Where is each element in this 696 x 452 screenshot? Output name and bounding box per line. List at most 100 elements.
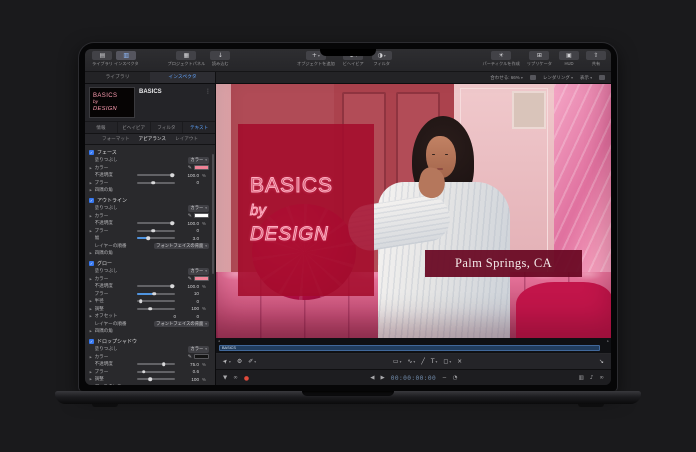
slider-thumb[interactable] [162, 362, 166, 366]
value-field[interactable]: 0 [155, 314, 176, 319]
marker-button[interactable]: ▼ [223, 375, 227, 381]
slider-thumb[interactable] [149, 377, 153, 381]
slider-thumb[interactable] [151, 181, 155, 185]
import-button[interactable]: ↓ 読み込む [210, 51, 230, 67]
mask-tool[interactable]: ◻▾ [443, 358, 451, 365]
color-well[interactable] [194, 354, 209, 359]
hud-button[interactable]: ▣ HUD [559, 51, 579, 66]
eyedropper-icon[interactable]: ✎ [188, 165, 192, 171]
render-popup[interactable]: レンダリング ▾ [543, 75, 573, 81]
link-button[interactable]: ∞ [599, 375, 604, 381]
stopwatch-icon[interactable]: ◔ [453, 375, 458, 381]
eyedropper-icon[interactable]: ✎ [188, 354, 192, 360]
inspector-button[interactable]: ▥ インスペクタ [114, 51, 139, 67]
section-checkbox[interactable]: ✓ [89, 198, 94, 203]
inspector-tab-0[interactable]: 情報 [85, 122, 118, 133]
tab-inspector[interactable]: インスペクタ [150, 72, 215, 83]
slider[interactable] [137, 174, 175, 176]
slider-thumb[interactable] [152, 292, 156, 296]
object-thumbnail[interactable]: BASICS by DESIGN [89, 87, 135, 118]
inspector-tab-3[interactable]: テキスト [183, 122, 215, 133]
slider[interactable] [137, 378, 175, 380]
value-field[interactable]: 0 [178, 314, 199, 319]
eyedropper-icon[interactable]: ✎ [188, 213, 192, 219]
value-field[interactable]: 100.0 [178, 173, 199, 178]
popup-control[interactable]: カラー▾ [188, 157, 209, 164]
canvas-viewport[interactable]: BASICS by DESIGN Palm Springs, CA [216, 84, 611, 338]
delete-tool[interactable]: × [457, 358, 462, 365]
display-popup[interactable]: 表示 ▾ [580, 75, 592, 81]
select-tool[interactable]: ➤▾ [223, 358, 231, 365]
tab-library[interactable]: ライブラリ [85, 72, 150, 83]
slider[interactable] [137, 363, 175, 365]
popup-control[interactable]: カラー▾ [188, 346, 209, 353]
color-well[interactable] [194, 165, 209, 170]
share-button[interactable]: ⇧ 共有 [586, 51, 606, 67]
value-field[interactable]: 75.0 [178, 362, 199, 367]
slider[interactable] [137, 222, 175, 224]
mini-timeline[interactable]: ◂ ▸ BASICS [216, 338, 611, 354]
slider[interactable] [137, 182, 175, 184]
timecode-display[interactable]: 00:00:00:00 [391, 375, 436, 382]
title-overlay[interactable]: BASICS by DESIGN [238, 124, 374, 296]
timeline-right-arrow[interactable]: ▸ [607, 339, 609, 343]
value-field[interactable]: 0 [178, 180, 199, 185]
paint-tool[interactable]: ✐▾ [248, 358, 256, 365]
slider-thumb[interactable] [139, 299, 143, 303]
slider[interactable] [137, 300, 175, 302]
project-pane-button[interactable]: ▦ プロジェクトパネル [168, 51, 206, 67]
expand-timing-button[interactable]: ↘ [599, 358, 604, 365]
popup-control[interactable]: フォントフェイスの背面▾ [154, 321, 209, 328]
value-field[interactable]: 10 [178, 291, 199, 296]
popup-control[interactable]: フォントフェイスの背面▾ [154, 243, 209, 250]
slider[interactable] [137, 237, 175, 239]
panel-scrollbar[interactable] [212, 154, 214, 274]
timeline-left-arrow[interactable]: ◂ [218, 339, 220, 343]
popup-control[interactable]: カラー▾ [188, 268, 209, 275]
minus-button[interactable]: − [442, 375, 447, 381]
slider-thumb[interactable] [147, 236, 151, 240]
slider-thumb[interactable] [171, 173, 175, 177]
slider[interactable] [137, 371, 175, 373]
slider-thumb[interactable] [149, 307, 153, 311]
play-button[interactable]: ▶ [380, 375, 384, 381]
inspector-tab-2[interactable]: フィルタ [151, 122, 184, 133]
value-field[interactable]: 0 [178, 299, 199, 304]
overlay-toggle-icon[interactable] [599, 75, 605, 80]
location-lower-third[interactable]: Palm Springs, CA [425, 250, 582, 277]
film-view-button[interactable]: ▥ [579, 375, 584, 381]
timeline-clip[interactable]: BASICS [219, 345, 600, 351]
zoom-level-popup[interactable]: 合わせる: 66% ▾ [490, 75, 523, 81]
kebab-menu-icon[interactable]: ⋮ [205, 89, 211, 95]
slider-thumb[interactable] [171, 221, 175, 225]
section-checkbox[interactable]: ✓ [89, 150, 94, 155]
popup-control[interactable]: カラー▾ [188, 205, 209, 212]
subtab-1[interactable]: アピアランス [139, 136, 166, 142]
slider[interactable] [137, 230, 175, 232]
value-field[interactable]: 15.0 [178, 384, 199, 385]
color-well[interactable] [194, 213, 209, 218]
replicator-button[interactable]: ⊞ リプリケータ [527, 51, 552, 67]
slider[interactable] [137, 293, 175, 295]
make-particles-button[interactable]: ☀ パーティクルを作成 [483, 51, 520, 67]
bezier-tool[interactable]: ∿▾ [407, 358, 415, 365]
slider[interactable] [137, 308, 175, 310]
loop-button[interactable]: ∞ [233, 375, 238, 381]
value-field[interactable]: 0 [178, 228, 199, 233]
adjust-tool[interactable]: ⚙ [237, 358, 242, 365]
subtab-0[interactable]: フォーマット [102, 136, 130, 142]
slider[interactable] [137, 285, 175, 287]
inspector-tab-1[interactable]: ビヘイビア [118, 122, 151, 133]
value-field[interactable]: 100 [178, 306, 199, 311]
text-tool[interactable]: T▾ [431, 358, 437, 365]
section-checkbox[interactable]: ✓ [89, 339, 94, 344]
subtab-2[interactable]: レイアウト [175, 136, 198, 142]
value-field[interactable]: 100.0 [178, 221, 199, 226]
slider-thumb[interactable] [142, 370, 146, 374]
slider-thumb[interactable] [151, 229, 155, 233]
value-field[interactable]: 3.0 [178, 236, 199, 241]
shape-tool[interactable]: ▭▾ [393, 358, 401, 365]
value-field[interactable]: 0.6 [178, 369, 199, 374]
channels-icon[interactable] [530, 75, 536, 80]
eyedropper-icon[interactable]: ✎ [188, 276, 192, 282]
